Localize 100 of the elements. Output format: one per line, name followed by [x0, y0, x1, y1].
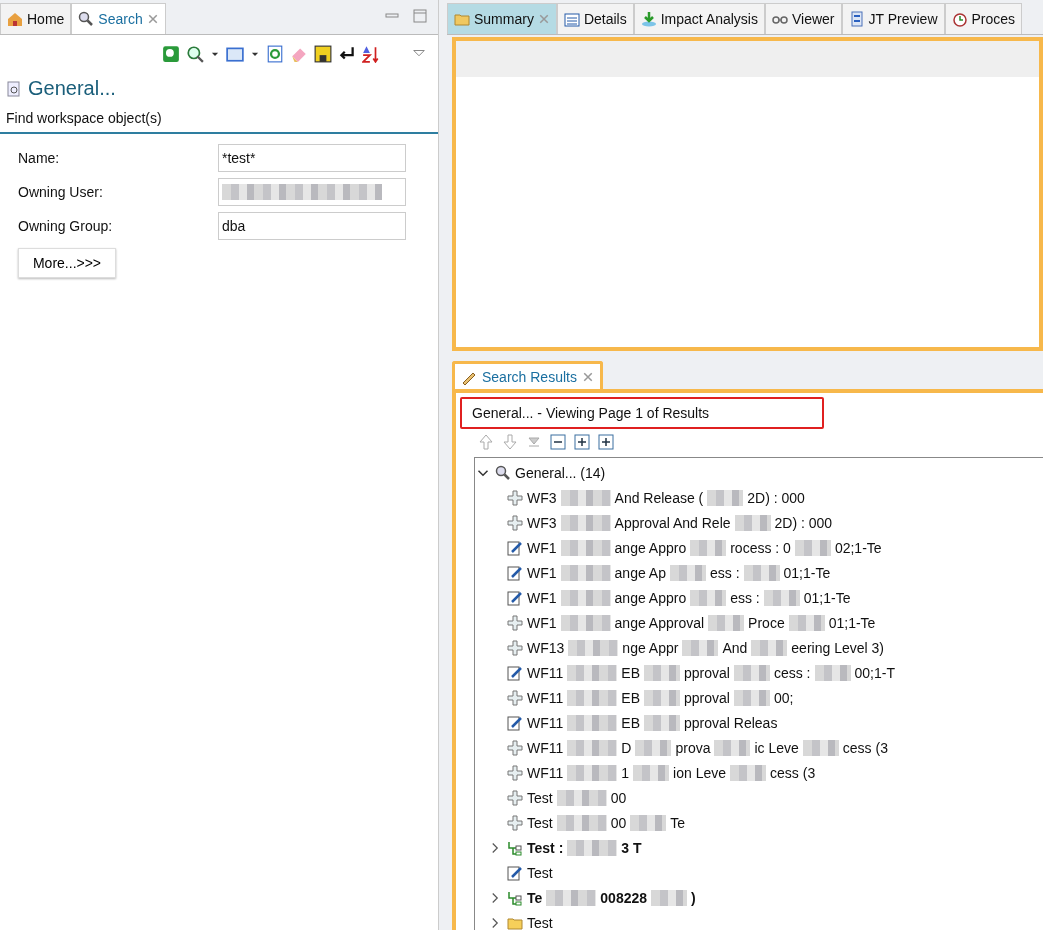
tree-item-text[interactable]: ange Appro	[614, 539, 687, 556]
tab[interactable]: JT Preview	[841, 3, 945, 34]
tree-item-text[interactable]: nge Appr	[622, 639, 679, 656]
tree-item-text[interactable]: eering Level 3)	[791, 639, 884, 656]
blurred-text	[794, 539, 831, 556]
blurred-text	[733, 689, 770, 706]
query-description: Find workspace object(s)	[0, 104, 438, 134]
tree-item-text[interactable]: Approval And Rele	[614, 514, 731, 531]
tree-item-text[interactable]: 2D) : 000	[747, 489, 805, 506]
tree-item-text[interactable]: Proce	[748, 614, 785, 631]
tree-item-text[interactable]: cess (3	[842, 739, 888, 756]
tree-item-text[interactable]: 00;	[773, 689, 794, 706]
tree-item-text[interactable]: 3 T	[621, 839, 642, 856]
tree-item-text[interactable]: Test	[527, 814, 553, 831]
tree-item-text[interactable]: 00	[610, 814, 627, 831]
tree-item-text[interactable]: ess :	[730, 589, 760, 606]
field-label: Owning User:	[18, 184, 104, 200]
blurred-text	[560, 614, 611, 631]
tree-item-text[interactable]: 008228	[600, 889, 648, 906]
document-icon	[848, 11, 865, 27]
tree-item-text[interactable]: ess :	[709, 564, 740, 581]
blurred-text	[567, 664, 618, 681]
tree-item-text[interactable]: 00;1-T	[854, 664, 895, 681]
field-label: Owning Group:	[18, 218, 114, 234]
blurred-text	[567, 689, 618, 706]
tree-item-text[interactable]: WF11	[527, 764, 564, 781]
tree-item-text[interactable]: cess :	[773, 664, 811, 681]
tree-item-text[interactable]: 2D) : 000	[774, 514, 833, 531]
folder-icon	[454, 11, 470, 27]
tree-item-text[interactable]: EB	[621, 714, 640, 731]
workflow-icon	[507, 614, 523, 631]
tree-item-text[interactable]: Test	[527, 789, 553, 806]
tree-item-text[interactable]: 01;1-Te	[803, 589, 851, 606]
tree-item-text[interactable]: Test	[527, 914, 553, 930]
edit-document-icon	[507, 564, 523, 581]
tab[interactable]: Home	[0, 3, 72, 34]
tree-item-text[interactable]: ange Approval	[614, 614, 705, 631]
input-field[interactable]	[218, 178, 406, 206]
tree-item-text[interactable]: 01;1-Te	[828, 614, 876, 631]
tree-item-text[interactable]: 02;1-Te	[834, 539, 882, 556]
workflow-icon	[507, 514, 523, 531]
tree-item-text[interactable]: WF1	[527, 539, 557, 556]
more-button[interactable]: More...>>>	[18, 248, 116, 278]
tree-item-text[interactable]: ange Appro	[614, 589, 687, 606]
tree-item-text[interactable]: WF3	[527, 489, 557, 506]
blurred-text	[743, 564, 780, 581]
tree-item-text[interactable]: rocess : 0	[730, 539, 791, 556]
field-label: Name:	[18, 150, 61, 166]
tab[interactable]: Summary	[447, 3, 557, 34]
blurred-text	[788, 614, 825, 631]
tree-item-text[interactable]: )	[691, 889, 696, 906]
tree-item-text[interactable]: And Release (	[614, 489, 704, 506]
tree-item-text[interactable]: Test :	[527, 839, 564, 856]
save-icon	[314, 45, 332, 63]
tree-item-text[interactable]: WF11	[527, 714, 564, 731]
tree-item-text[interactable]: WF1	[527, 614, 557, 631]
sort-icon	[362, 45, 380, 63]
tree-item-text[interactable]: WF3	[527, 514, 557, 531]
tree-item-text[interactable]: D	[621, 739, 632, 756]
tab[interactable]: Details	[556, 3, 634, 34]
tree-item-text[interactable]: WF11	[527, 664, 564, 681]
tree-item-text[interactable]: pproval	[684, 689, 730, 706]
input-field[interactable]: *test*	[218, 144, 406, 172]
blurred-text	[567, 764, 618, 781]
search-results-tab[interactable]: Search Results	[452, 361, 603, 389]
tree-item[interactable]: General... (14)	[515, 464, 606, 481]
tree-item-text[interactable]: WF1	[527, 589, 557, 606]
tree-item-text[interactable]: WF1	[527, 564, 557, 581]
panel-sash[interactable]	[439, 0, 447, 930]
tree-item-text[interactable]: Te	[670, 814, 686, 831]
blurred-text	[560, 539, 611, 556]
tree-item-text[interactable]: pproval	[684, 664, 730, 681]
input-field[interactable]: dba	[218, 212, 406, 240]
tree-item-text[interactable]: WF11	[527, 739, 564, 756]
tree-item-text[interactable]: ion Leve	[673, 764, 727, 781]
tree-item-text[interactable]: Te	[527, 889, 543, 906]
tree-item-text[interactable]: 01;1-Te	[783, 564, 831, 581]
tree-item-text[interactable]: 00	[610, 789, 627, 806]
tree-item-text[interactable]: WF11	[527, 689, 564, 706]
tree-item-text[interactable]: pproval Releas	[684, 714, 778, 731]
tab[interactable]: Search	[71, 3, 166, 34]
tree-item-text[interactable]: Test	[527, 864, 553, 881]
blurred-text	[560, 489, 611, 506]
tree-item-text[interactable]: WF13	[527, 639, 565, 656]
blurred-text	[802, 739, 839, 756]
tree-item-text[interactable]: ange Ap	[614, 564, 666, 581]
tab[interactable]: Proces	[944, 3, 1023, 34]
expand-all-icon	[598, 434, 614, 450]
tab[interactable]: Viewer	[764, 3, 842, 34]
tree-item-text[interactable]: And	[722, 639, 748, 656]
workflow-icon	[507, 489, 523, 506]
blurred-text	[560, 589, 611, 606]
tree-item-text[interactable]: cess (3	[770, 764, 816, 781]
tree-item-text[interactable]: 1	[621, 764, 630, 781]
tree-item-text[interactable]: ic Leve	[754, 739, 799, 756]
tree-item-text[interactable]: EB	[621, 664, 640, 681]
tree-item-text[interactable]: prova	[675, 739, 711, 756]
tree-item-text[interactable]: EB	[621, 689, 640, 706]
tab[interactable]: Impact Analysis	[633, 3, 765, 34]
download-icon	[640, 11, 657, 27]
